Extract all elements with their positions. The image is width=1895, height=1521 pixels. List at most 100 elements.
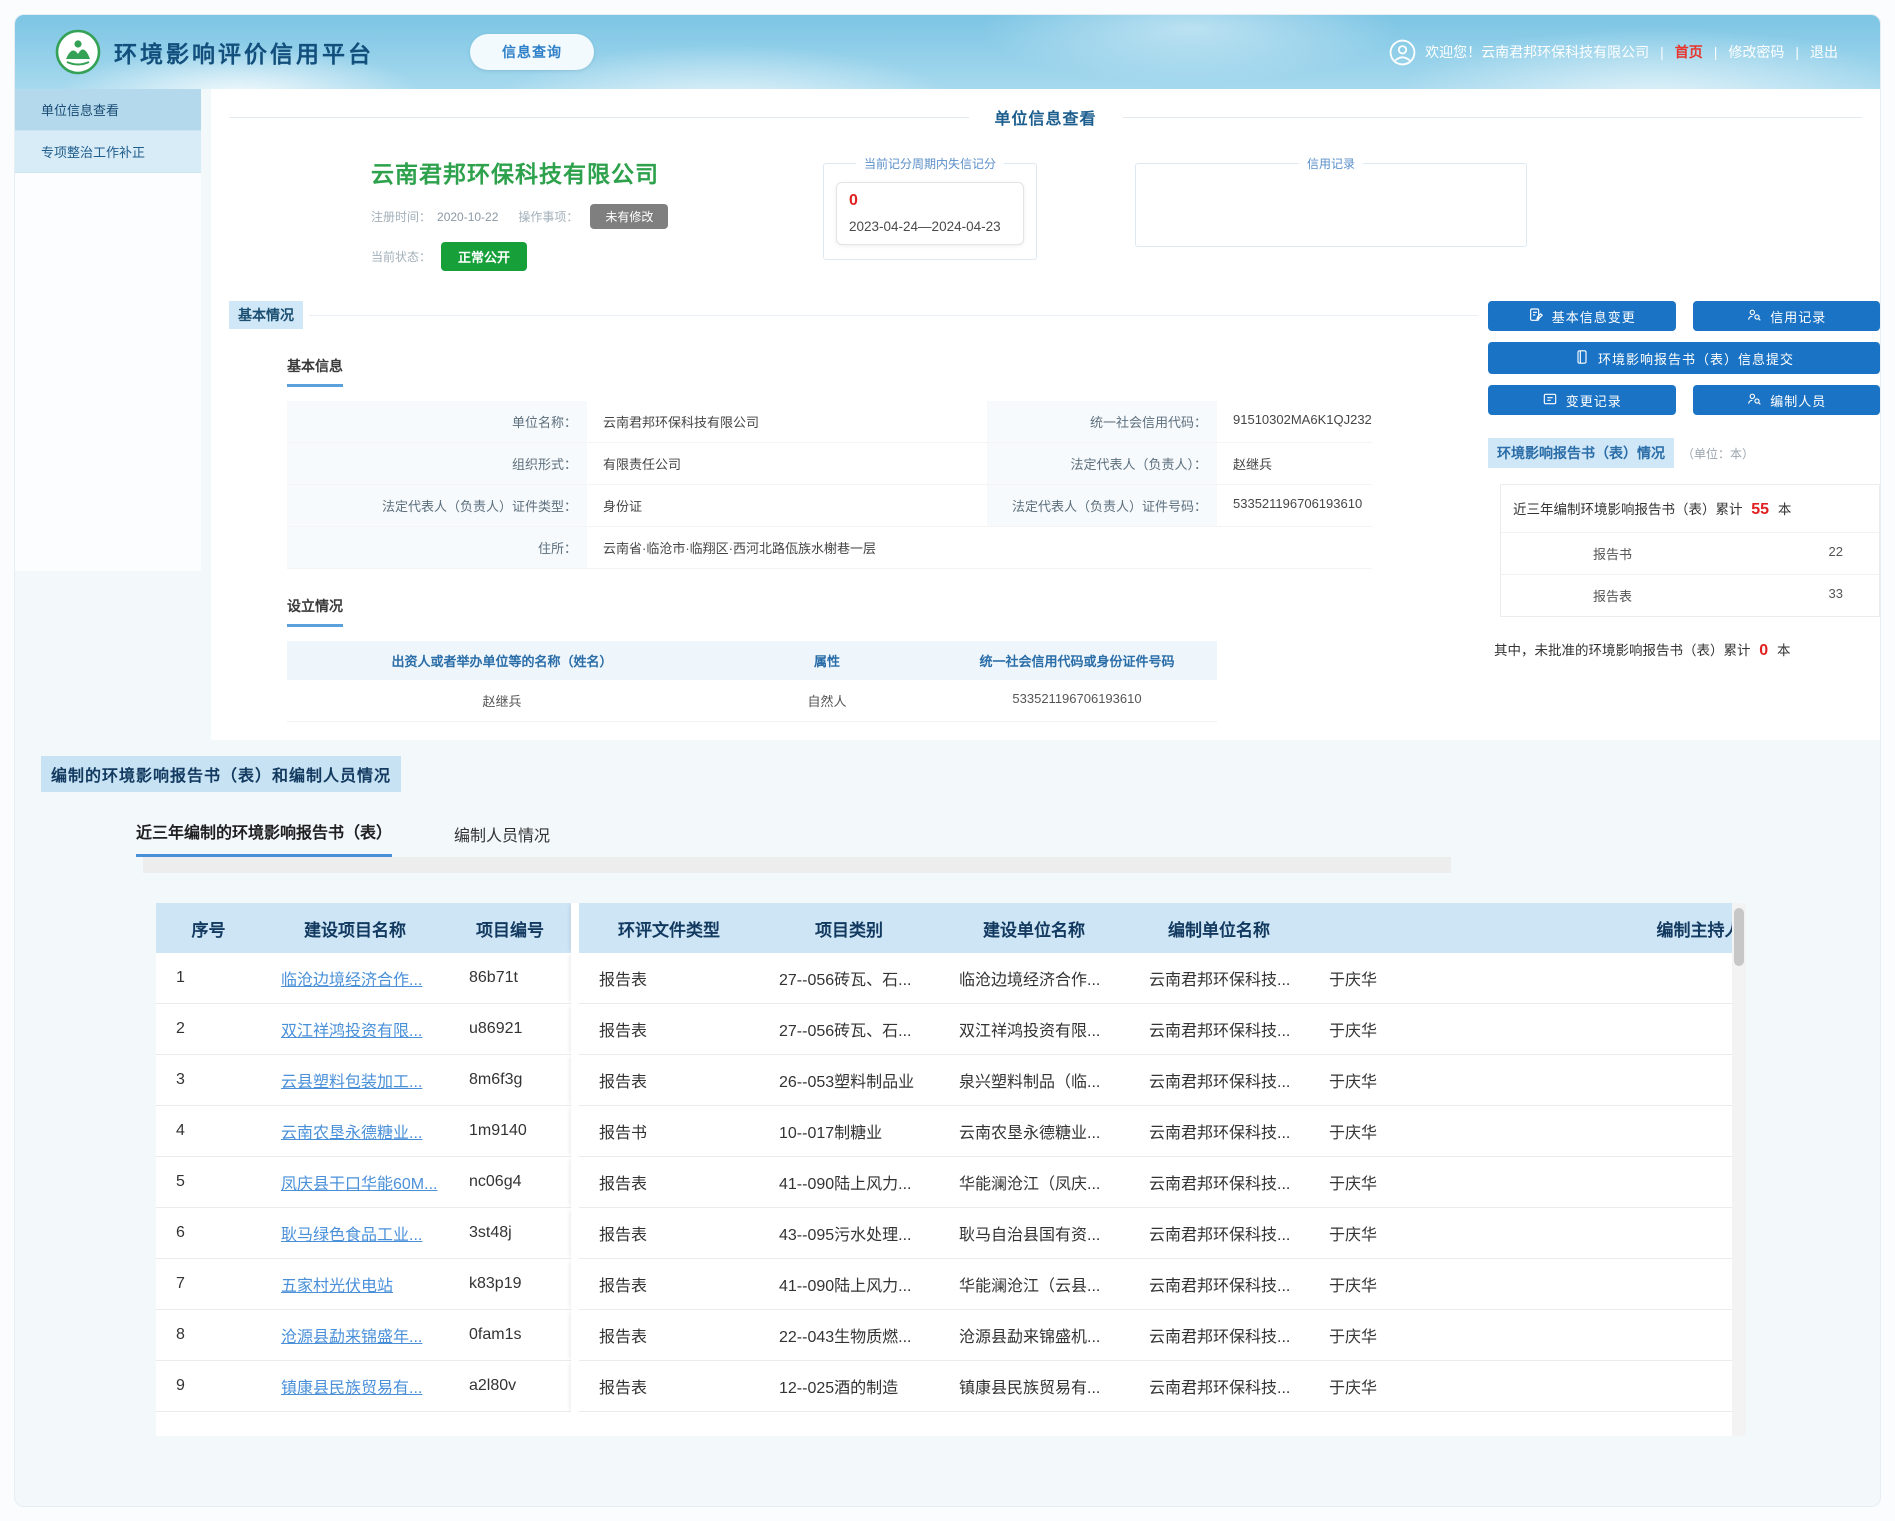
credit-box-legend: 信用记录	[1299, 155, 1363, 172]
field-label: 法定代表人（负责人）证件类型：	[287, 485, 587, 527]
action-panel: 基本信息变更 信用记录	[1488, 301, 1880, 722]
user-avatar-icon	[1389, 39, 1416, 66]
tab-basic-info[interactable]: 基本信息	[287, 356, 343, 387]
status-badge: 正常公开	[441, 242, 527, 271]
button-label: 环境影响报告书（表）信息提交	[1598, 349, 1794, 368]
info-query-nav-button[interactable]: 信息查询	[470, 34, 594, 70]
button-label: 信用记录	[1770, 307, 1826, 326]
setup-code-value: 533521196706193610	[937, 680, 1217, 722]
table-row: 3云县塑料包装加工...8m6f3g报告表26--053塑料制品业泉兴塑料制品（…	[156, 1055, 1732, 1106]
separator: |	[1712, 44, 1720, 60]
scrollbar-thumb[interactable]	[1734, 908, 1744, 966]
stats-row-form: 报告表 33	[1501, 574, 1879, 616]
header-cell-category: 项目类别	[759, 903, 939, 953]
project-name-link[interactable]: 双江祥鸿投资有限...	[261, 1004, 449, 1055]
button-label: 变更记录	[1566, 391, 1622, 410]
cell-project-code: nc06g4	[449, 1157, 571, 1208]
stats-total-prefix: 近三年编制环境影响报告书（表）累计	[1513, 502, 1743, 517]
cell-agency: 云南君邦环保科技...	[1129, 953, 1309, 1004]
setup-table: 出资人或者举办单位等的名称（姓名） 属性 统一社会信用代码或身份证件号码 赵继兵…	[287, 641, 1217, 722]
separator: |	[1658, 44, 1666, 60]
cell-project-code: u86921	[449, 1004, 571, 1055]
cell-owner: 沧源县勐来锦盛机...	[939, 1310, 1129, 1361]
edit-document-icon	[1528, 307, 1544, 326]
fixed-column-gap	[571, 1004, 579, 1055]
cell-category: 41--090陆上风力...	[759, 1259, 939, 1310]
sidebar-item-rectification[interactable]: 专项整治工作补正	[15, 131, 201, 173]
status-line: 当前状态： 正常公开	[371, 242, 819, 271]
score-box-legend: 当前记分周期内失信记分	[856, 155, 1004, 172]
project-name-link[interactable]: 五家村光伏电站	[261, 1259, 449, 1310]
project-name-link[interactable]: 凤庆县干口华能60M...	[261, 1157, 449, 1208]
id-type-value: 身份证	[587, 485, 987, 527]
cell-seq: 4	[156, 1106, 261, 1157]
register-line: 注册时间： 2020-10-22 操作事项： 未有修改	[371, 204, 819, 229]
status-label: 当前状态：	[371, 248, 431, 265]
cell-seq: 8	[156, 1310, 261, 1361]
header-cell-owner: 建设单位名称	[939, 903, 1129, 953]
welcome-text: 欢迎您！云南君邦环保科技有限公司	[1425, 42, 1649, 62]
cell-seq: 3	[156, 1055, 261, 1106]
score-value: 0	[849, 192, 1011, 210]
project-name-link[interactable]: 云县塑料包装加工...	[261, 1055, 449, 1106]
project-name-link[interactable]: 临沧边境经济合作...	[261, 953, 449, 1004]
cell-lead: 于庆华	[1309, 1055, 1732, 1106]
cell-agency: 云南君邦环保科技...	[1129, 1157, 1309, 1208]
setup-col-attr: 属性	[717, 641, 937, 680]
fixed-column-gap	[571, 1259, 579, 1310]
cell-agency: 云南君邦环保科技...	[1129, 1106, 1309, 1157]
cell-lead: 于庆华	[1309, 1310, 1732, 1361]
logout-link[interactable]: 退出	[1810, 42, 1838, 62]
change-record-button[interactable]: 变更记录	[1488, 385, 1676, 415]
cell-category: 10--017制糖业	[759, 1106, 939, 1157]
unit-name-value: 云南君邦环保科技有限公司	[587, 401, 987, 443]
cell-agency: 云南君邦环保科技...	[1129, 1361, 1309, 1412]
setup-table-header: 出资人或者举办单位等的名称（姓名） 属性 统一社会信用代码或身份证件号码	[287, 641, 1217, 680]
project-name-link[interactable]: 镇康县民族贸易有...	[261, 1361, 449, 1412]
staff-button[interactable]: 编制人员	[1693, 385, 1881, 415]
header-project-name-link: 建设项目名称	[261, 903, 449, 953]
change-password-link[interactable]: 修改密码	[1728, 42, 1784, 62]
cell-doc-type: 报告表	[579, 1157, 759, 1208]
page-title: 单位信息查看	[995, 105, 1097, 129]
tab-setup-info[interactable]: 设立情况	[287, 596, 343, 627]
basic-info-form: 单位名称： 云南君邦环保科技有限公司 统一社会信用代码： 91510302MA6…	[287, 401, 1217, 569]
report-submit-button[interactable]: 环境影响报告书（表）信息提交	[1488, 342, 1880, 374]
cell-project-code: 1m9140	[449, 1106, 571, 1157]
cell-doc-type: 报告表	[579, 1055, 759, 1106]
app-title: 环境影响评价信用平台	[114, 35, 374, 69]
project-name-link[interactable]: 沧源县勐来锦盛年...	[261, 1310, 449, 1361]
address-value: 云南省·临沧市·临翔区·西河北路佤族水榭巷一层	[587, 527, 1372, 569]
sidebar-item-unit-info[interactable]: 单位信息查看	[15, 89, 201, 131]
fixed-column-gap	[571, 1310, 579, 1361]
stats-panel-title: 环境影响报告书（表）情况	[1488, 438, 1674, 468]
operation-badge: 未有修改	[590, 204, 668, 229]
credit-code-value: 91510302MA6K1QJ232	[1217, 401, 1372, 443]
project-name-link[interactable]: 耿马绿色食品工业...	[261, 1208, 449, 1259]
home-link[interactable]: 首页	[1675, 42, 1703, 62]
cell-project-code: a2l80v	[449, 1361, 571, 1412]
stats-total-suffix: 本	[1778, 502, 1792, 517]
tab-underline-strip	[143, 857, 1451, 873]
table-vertical-scrollbar[interactable]	[1732, 903, 1746, 1436]
legal-person-value: 赵继兵	[1217, 443, 1372, 485]
stats-row-value: 33	[1829, 586, 1843, 605]
tab-recent-reports[interactable]: 近三年编制的环境影响报告书（表）	[136, 819, 392, 857]
cell-lead: 于庆华	[1309, 1106, 1732, 1157]
cell-owner: 华能澜沧江（凤庆...	[939, 1157, 1129, 1208]
basic-info-change-button[interactable]: 基本信息变更	[1488, 301, 1676, 331]
tab-staff-info[interactable]: 编制人员情况	[454, 822, 550, 857]
cell-owner: 华能澜沧江（云县...	[939, 1259, 1129, 1310]
sidebar: 单位信息查看 专项整治工作补正	[15, 89, 201, 571]
person-search-icon	[1746, 307, 1762, 326]
header-cell-seq: 序号	[156, 903, 261, 953]
stats-unit-note: （单位：本）	[1682, 445, 1754, 462]
cell-doc-type: 报告书	[579, 1106, 759, 1157]
cell-lead: 于庆华	[1309, 1157, 1732, 1208]
page-title-row: 单位信息查看	[229, 105, 1862, 129]
field-label: 法定代表人（负责人）证件号码：	[987, 485, 1217, 527]
project-name-link[interactable]: 云南农垦永德糖业...	[261, 1106, 449, 1157]
cell-doc-type: 报告表	[579, 953, 759, 1004]
cell-agency: 云南君邦环保科技...	[1129, 1208, 1309, 1259]
credit-record-button[interactable]: 信用记录	[1693, 301, 1881, 331]
